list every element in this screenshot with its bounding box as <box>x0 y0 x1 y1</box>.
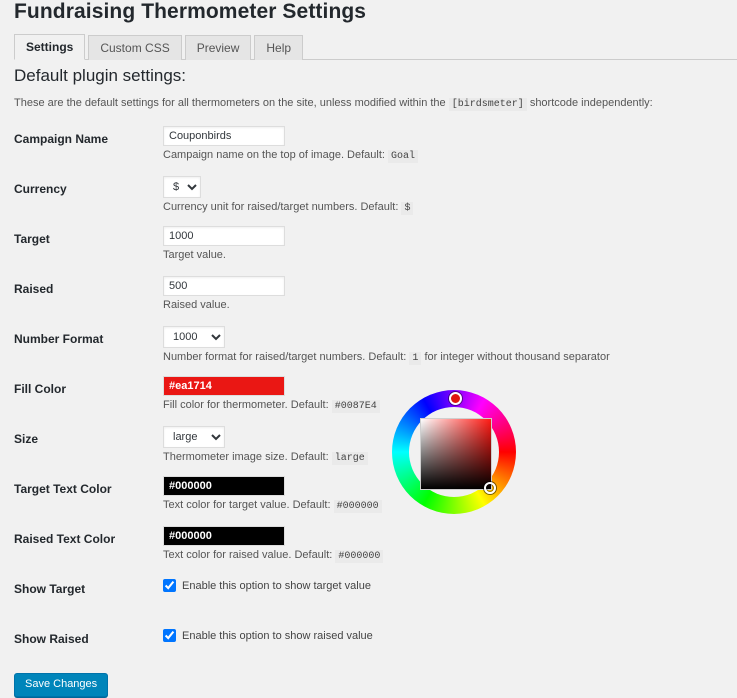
label-show-raised: Show Raised <box>14 632 89 646</box>
hue-marker-handle[interactable] <box>449 391 462 405</box>
show-target-checkbox[interactable] <box>163 579 176 592</box>
default-campaign-name: Goal <box>388 150 419 163</box>
desc-number-format: Number format for raised/target numbers.… <box>163 351 610 365</box>
raised-input[interactable] <box>163 276 285 296</box>
default-raised-text-color: #000000 <box>335 550 384 563</box>
show-raised-checkbox[interactable] <box>163 629 176 642</box>
row-show-raised: Show Raised Enable this option to show r… <box>0 626 737 676</box>
color-picker[interactable] <box>392 390 516 514</box>
label-raised: Raised <box>14 282 54 296</box>
shortcode-code: [birdsmeter] <box>448 98 527 111</box>
field-target: Target value. <box>163 226 285 261</box>
row-target: Target Target value. <box>0 226 737 276</box>
field-size: large Thermometer image size. Default: l… <box>163 426 368 465</box>
show-raised-checkbox-line: Enable this option to show raised value <box>163 626 373 642</box>
intro-text-after: shortcode independently: <box>529 97 653 109</box>
row-campaign-name: Campaign Name Campaign name on the top o… <box>0 126 737 176</box>
desc-fill-color-text: Fill color for thermometer. Default: <box>163 399 329 411</box>
default-fill-color: #0087E4 <box>331 400 380 413</box>
number-format-select[interactable]: 1000 <box>163 326 225 348</box>
label-target-text-color: Target Text Color <box>14 482 112 496</box>
size-select[interactable]: large <box>163 426 225 448</box>
tab-preview[interactable]: Preview <box>184 35 252 60</box>
field-show-target: Enable this option to show target value <box>163 576 371 592</box>
section-heading: Default plugin settings: <box>14 66 186 85</box>
label-number-format: Number Format <box>14 332 104 346</box>
desc-target-text: Target value. <box>163 249 226 261</box>
row-raised: Raised Raised value. <box>0 276 737 326</box>
row-fill-color: Fill Color Fill color for thermometer. D… <box>0 376 737 426</box>
default-number-format: 1 <box>409 352 422 365</box>
row-number-format: Number Format 1000 Number format for rai… <box>0 326 737 376</box>
field-fill-color: Fill color for thermometer. Default: #00… <box>163 376 380 413</box>
desc-target: Target value. <box>163 249 285 261</box>
default-target-text-color: #000000 <box>333 500 382 513</box>
desc-raised: Raised value. <box>163 299 285 311</box>
desc-size: Thermometer image size. Default: large <box>163 451 368 465</box>
field-raised: Raised value. <box>163 276 285 311</box>
target-input[interactable] <box>163 226 285 246</box>
desc-raised-text-color-text: Text color for raised value. Default: <box>163 549 333 561</box>
label-currency: Currency <box>14 182 67 196</box>
saturation-value-square[interactable] <box>420 418 492 490</box>
label-size: Size <box>14 432 39 446</box>
settings-form: Campaign Name Campaign name on the top o… <box>0 126 737 676</box>
page-title: Fundraising Thermometer Settings <box>14 0 367 23</box>
label-campaign-name: Campaign Name <box>14 132 109 146</box>
settings-page: Fundraising Thermometer Settings Setting… <box>0 0 737 698</box>
row-raised-text-color: Raised Text Color Text color for raised … <box>0 526 737 576</box>
field-raised-text-color: Text color for raised value. Default: #0… <box>163 526 384 563</box>
label-raised-text-color: Raised Text Color <box>14 532 116 546</box>
show-target-checkbox-label: Enable this option to show target value <box>182 579 371 592</box>
fill-color-input[interactable] <box>163 376 285 396</box>
field-currency: $ Currency unit for raised/target number… <box>163 176 414 215</box>
tab-bar: Settings Custom CSS Preview Help <box>14 34 737 60</box>
row-currency: Currency $ Currency unit for raised/targ… <box>0 176 737 226</box>
show-target-checkbox-line: Enable this option to show target value <box>163 576 371 592</box>
row-size: Size large Thermometer image size. Defau… <box>0 426 737 476</box>
desc-currency: Currency unit for raised/target numbers.… <box>163 201 414 215</box>
desc-size-text: Thermometer image size. Default: <box>163 451 329 463</box>
desc-number-format-after: for integer without thousand separator <box>424 351 610 363</box>
desc-raised-text-color: Text color for raised value. Default: #0… <box>163 549 384 563</box>
tab-custom-css[interactable]: Custom CSS <box>88 35 182 60</box>
row-show-target: Show Target Enable this option to show t… <box>0 576 737 626</box>
target-text-color-input[interactable] <box>163 476 285 496</box>
field-target-text-color: Text color for target value. Default: #0… <box>163 476 382 513</box>
field-show-raised: Enable this option to show raised value <box>163 626 373 642</box>
raised-text-color-input[interactable] <box>163 526 285 546</box>
default-currency: $ <box>401 202 414 215</box>
field-campaign-name: Campaign name on the top of image. Defau… <box>163 126 419 163</box>
saturation-value-marker-handle[interactable] <box>484 482 496 494</box>
desc-campaign-name-text: Campaign name on the top of image. Defau… <box>163 149 385 161</box>
label-show-target: Show Target <box>14 582 86 596</box>
intro-text-before: These are the default settings for all t… <box>14 97 446 109</box>
label-fill-color: Fill Color <box>14 382 66 396</box>
campaign-name-input[interactable] <box>163 126 285 146</box>
row-target-text-color: Target Text Color Text color for target … <box>0 476 737 526</box>
currency-select[interactable]: $ <box>163 176 201 198</box>
desc-target-text-color: Text color for target value. Default: #0… <box>163 499 382 513</box>
save-changes-button[interactable]: Save Changes <box>14 673 109 697</box>
desc-target-text-color-text: Text color for target value. Default: <box>163 499 331 511</box>
intro-text: These are the default settings for all t… <box>14 97 653 111</box>
desc-number-format-text: Number format for raised/target numbers.… <box>163 351 407 363</box>
desc-campaign-name: Campaign name on the top of image. Defau… <box>163 149 419 163</box>
show-raised-checkbox-label: Enable this option to show raised value <box>182 629 373 642</box>
label-target: Target <box>14 232 50 246</box>
desc-raised-text: Raised value. <box>163 299 230 311</box>
tab-help[interactable]: Help <box>254 35 304 60</box>
desc-currency-text: Currency unit for raised/target numbers.… <box>163 201 399 213</box>
desc-fill-color: Fill color for thermometer. Default: #00… <box>163 399 380 413</box>
field-number-format: 1000 Number format for raised/target num… <box>163 326 610 365</box>
tab-settings[interactable]: Settings <box>14 34 86 60</box>
default-size: large <box>331 452 368 465</box>
